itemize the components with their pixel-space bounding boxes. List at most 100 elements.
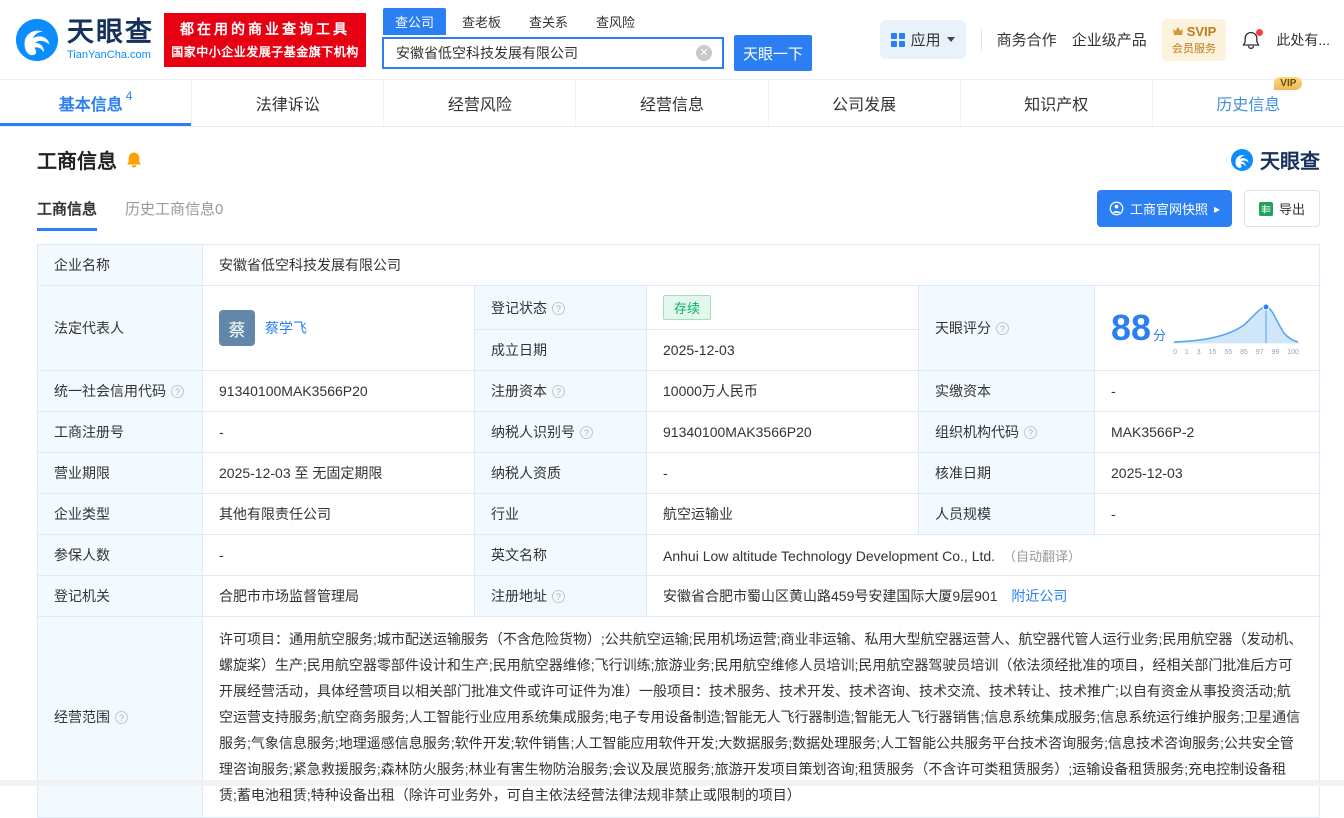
field-label: 统一社会信用代码 [54,383,166,399]
divider [981,29,982,51]
field-label: 企业类型 [54,506,110,522]
tab-business-info[interactable]: 经营信息 [575,80,767,126]
score-curve-chart: 0131555859799100 [1172,301,1300,356]
subtab-history-business-info[interactable]: 历史工商信息0 [125,198,223,231]
field-label: 注册地址 [491,588,547,604]
subtab-row: 工商信息 历史工商信息0 工商官网快照 导出 [0,174,1344,231]
svip-label: SVIP [1187,24,1217,39]
company-type-value: 其他有限责任公司 [203,494,475,535]
search-tab-company[interactable]: 查公司 [383,8,446,35]
field-label: 登记机关 [54,588,110,604]
tianyancha-watermark: 天眼查 [1230,145,1320,174]
info-icon[interactable] [1024,426,1037,439]
info-icon[interactable] [580,426,593,439]
grid-icon [891,33,905,47]
promo-line-1: 都在用的商业查询工具 [180,19,350,39]
tab-business-risk[interactable]: 经营风险 [383,80,575,126]
search-input[interactable] [394,44,696,62]
tab-intellectual-property[interactable]: 知识产权 [960,80,1152,126]
tab-label: 法律诉讼 [256,91,320,115]
tab-company-development[interactable]: 公司发展 [768,80,960,126]
alert-bell-icon[interactable] [125,151,143,169]
crown-icon [1172,26,1184,36]
field-label: 人员规模 [935,506,991,522]
table-row: 参保人数 - 英文名称 Anhui Low altitude Technolog… [38,535,1320,576]
table-row: 工商注册号 - 纳税人识别号 91340100MAK3566P20 组织机构代码… [38,412,1320,453]
apps-button[interactable]: 应用 [880,20,966,59]
field-label: 纳税人识别号 [491,424,575,440]
logo-text: 天眼查 [67,19,154,46]
field-label: 成立日期 [491,342,547,358]
arrow-right-icon [1214,201,1220,216]
promo-line-2: 国家中小企业发展子基金旗下机构 [171,43,359,60]
score-value: 88 [1111,307,1151,348]
industry-value: 航空运输业 [647,494,919,535]
field-label: 实缴资本 [935,383,991,399]
info-icon[interactable] [115,711,128,724]
export-label: 导出 [1279,199,1305,218]
clear-icon[interactable] [696,45,712,61]
person-icon [1109,201,1124,216]
reg-capital-value: 10000万人民币 [647,371,919,412]
staff-size-value: - [1095,494,1320,535]
notification-bell-icon[interactable] [1241,29,1261,51]
field-label: 营业期限 [54,465,110,481]
info-icon[interactable] [171,385,184,398]
search-tab-relation[interactable]: 查关系 [517,8,580,35]
search-tab-boss[interactable]: 查老板 [450,8,513,35]
tax-qual-value: - [647,453,919,494]
search-tabs: 查公司 查老板 查关系 查风险 [383,8,812,35]
svip-member-button[interactable]: SVIP 会员服务 [1162,19,1227,61]
tab-label: 公司发展 [832,91,896,115]
field-label: 英文名称 [491,547,547,563]
more-menu[interactable]: 此处有... [1276,30,1330,50]
info-icon[interactable] [552,302,565,315]
nav-business-cooperation[interactable]: 商务合作 [997,29,1057,50]
search-block: 查公司 查老板 查关系 查风险 天眼一下 [382,8,812,71]
tab-label: 经营信息 [640,91,704,115]
official-snapshot-button[interactable]: 工商官网快照 [1097,190,1232,227]
field-label: 参保人数 [54,547,110,563]
search-tab-risk[interactable]: 查风险 [584,8,647,35]
tianyan-score[interactable]: 88分 0131555859799100 [1111,301,1303,356]
org-code-value: MAK3566P-2 [1095,412,1320,453]
field-label: 行业 [491,506,519,522]
company-name-value: 安徽省低空科技发展有限公司 [203,245,1320,286]
subtab-business-info[interactable]: 工商信息 [37,198,97,231]
reg-authority-value: 合肥市市场监督管理局 [203,576,475,617]
table-row: 法定代表人 蔡 蔡学飞 登记状态 存续 天眼评分 88分 [38,286,1320,330]
company-section-tabs: 基本信息 4 法律诉讼 经营风险 经营信息 公司发展 知识产权 历史信息 VIP [0,80,1344,127]
info-icon[interactable] [552,590,565,603]
business-scope-value: 许可项目：通用航空服务;城市配送运输服务（不含危险货物）;公共航空运输;民用机场… [203,617,1320,818]
auto-translate-note: （自动翻译） [1003,549,1081,564]
search-input-box[interactable] [382,37,724,69]
watermark-label: 天眼查 [1260,145,1320,174]
snapshot-label: 工商官网快照 [1130,199,1208,218]
field-label: 天眼评分 [935,320,991,336]
paid-capital-value: - [1095,371,1320,412]
tianyancha-logo[interactable]: 天眼查 TianYanCha.com [14,17,154,63]
table-row: 经营范围 许可项目：通用航空服务;城市配送运输服务（不含危险货物）;公共航空运输… [38,617,1320,818]
svip-sublabel: 会员服务 [1172,40,1217,56]
credit-code-value: 91340100MAK3566P20 [203,371,475,412]
table-row: 营业期限 2025-12-03 至 无固定期限 纳税人资质 - 核准日期 202… [38,453,1320,494]
page-bottom-edge [0,780,1344,786]
info-icon[interactable] [996,322,1009,335]
nearby-companies-link[interactable]: 附近公司 [1011,588,1067,604]
table-row: 统一社会信用代码 91340100MAK3566P20 注册资本 10000万人… [38,371,1320,412]
avatar[interactable]: 蔡 [219,310,255,346]
legal-rep-link[interactable]: 蔡学飞 [265,318,307,338]
tab-legal-proceedings[interactable]: 法律诉讼 [191,80,383,126]
notification-dot [1256,29,1263,36]
tab-label: 经营风险 [448,91,512,115]
tab-label: 基本信息 [59,91,123,115]
export-button[interactable]: 导出 [1244,190,1320,227]
field-label: 纳税人资质 [491,465,561,481]
tab-history-info[interactable]: 历史信息 VIP [1152,80,1344,126]
search-button-label: 天眼一下 [743,46,803,63]
tab-basic-info[interactable]: 基本信息 4 [0,80,191,126]
search-button[interactable]: 天眼一下 [734,35,812,71]
info-icon[interactable] [552,385,565,398]
nav-enterprise-products[interactable]: 企业级产品 [1072,29,1147,50]
field-label: 注册资本 [491,383,547,399]
